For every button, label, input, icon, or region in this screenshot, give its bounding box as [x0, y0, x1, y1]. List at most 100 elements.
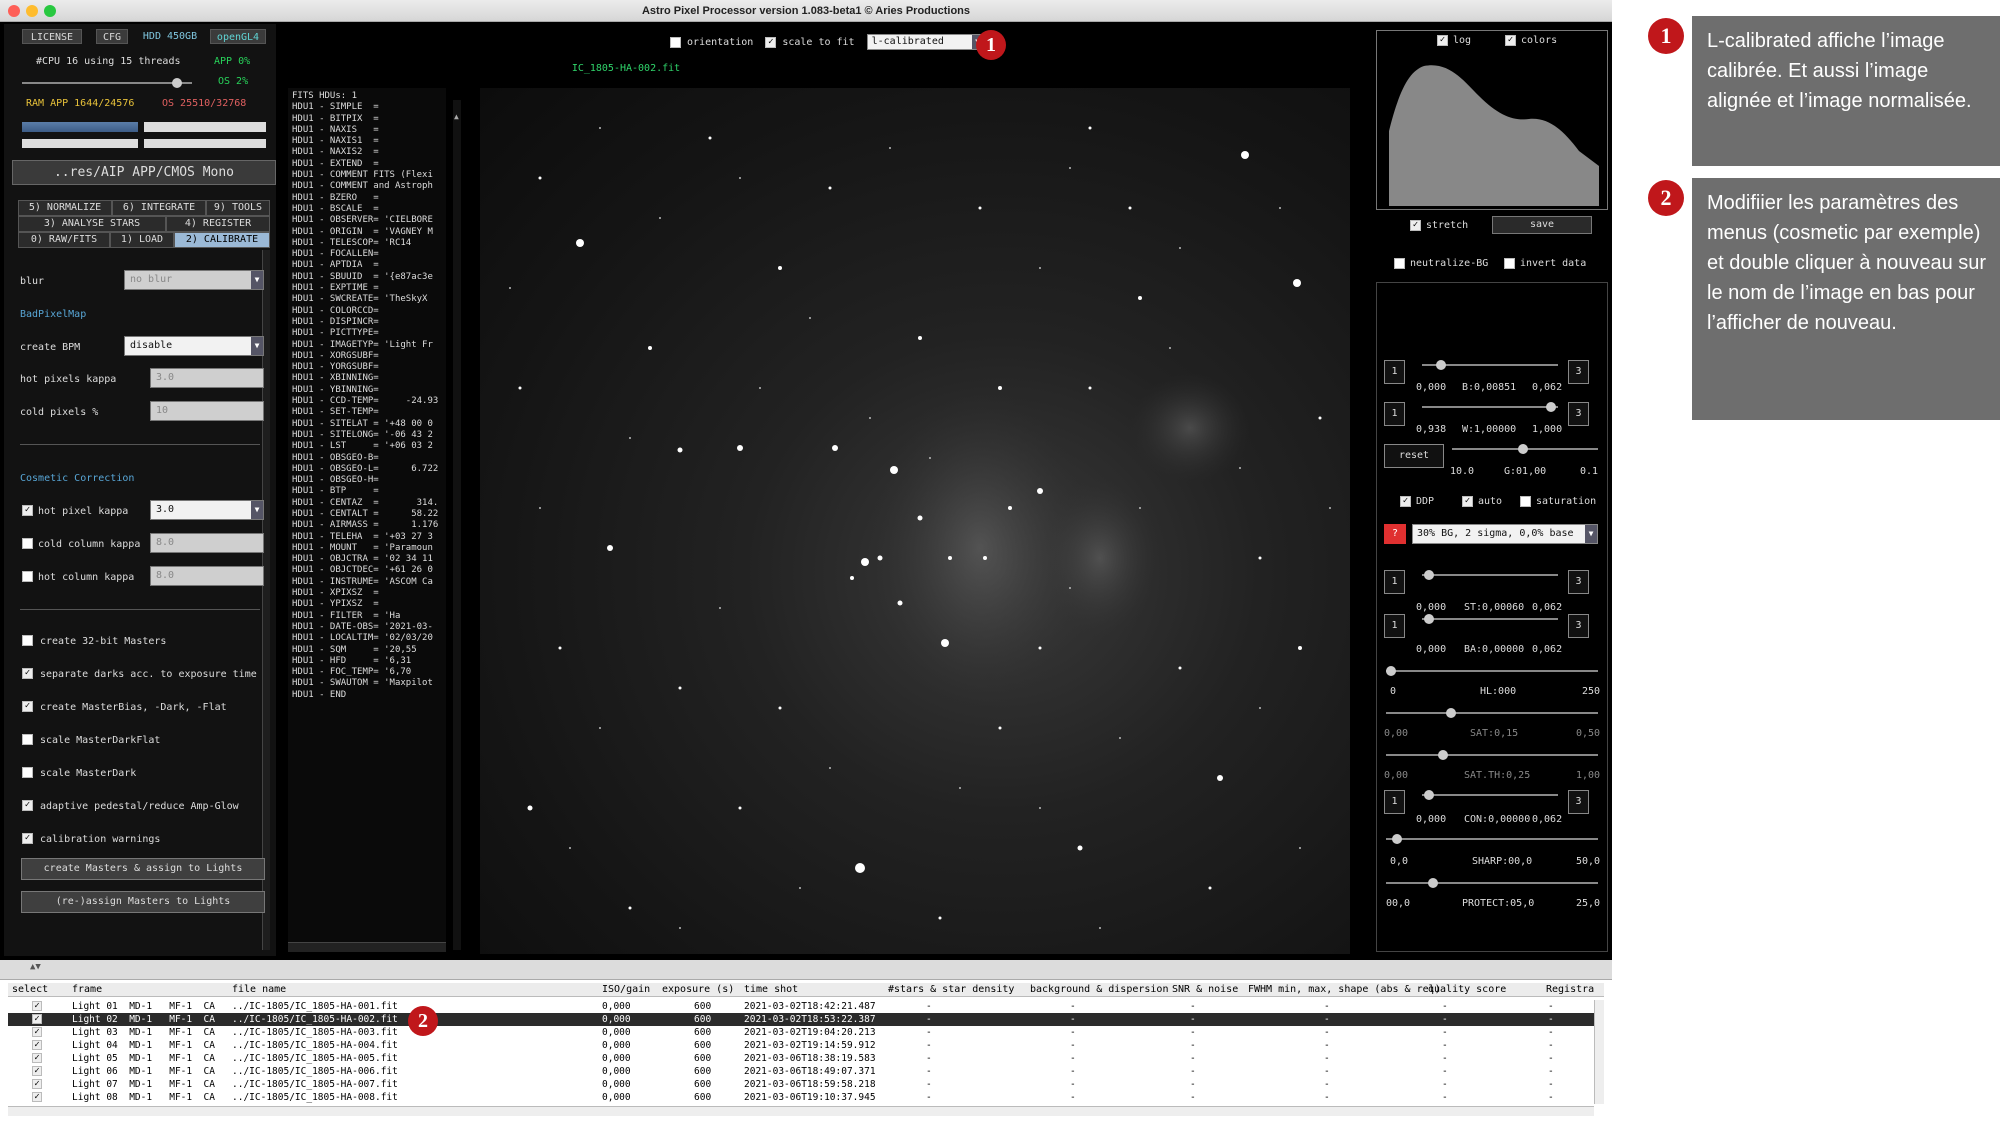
row-select-checkbox[interactable]: ✓: [32, 1092, 42, 1102]
row-select-checkbox[interactable]: ✓: [32, 1066, 42, 1076]
protect-slider-knob[interactable]: [1428, 878, 1438, 888]
hot-column-kappa-checkbox[interactable]: [22, 571, 33, 582]
ddp-checkbox[interactable]: ✓: [1400, 496, 1411, 507]
tab-tools[interactable]: 9) TOOLS: [206, 200, 270, 216]
save-button[interactable]: save: [1492, 216, 1592, 234]
path-button[interactable]: ..res/AIP APP/CMOS Mono: [12, 160, 276, 185]
st-decrease[interactable]: 1: [1384, 570, 1405, 594]
table-row[interactable]: ✓ Light 02 MD-1 MF-1 CA ../IC-1805/IC_1805…: [8, 1013, 1594, 1026]
option-checkbox[interactable]: ✓: [22, 800, 33, 811]
option-checkbox[interactable]: ✓: [22, 701, 33, 712]
b-slider-knob[interactable]: [1436, 360, 1446, 370]
ba-decrease[interactable]: 1: [1384, 614, 1405, 638]
create-masters-button[interactable]: create Masters & assign to Lights: [21, 858, 265, 880]
table-row[interactable]: ✓ Light 05 MD-1 MF-1 CA ../IC-1805/IC_1805…: [8, 1052, 1594, 1065]
col-snr[interactable]: SNR & noise: [1172, 984, 1238, 995]
astro-image[interactable]: [480, 88, 1350, 954]
option-checkbox[interactable]: [22, 767, 33, 778]
option-checkbox[interactable]: [22, 635, 33, 646]
splitter[interactable]: ▲: [453, 100, 461, 950]
close-icon[interactable]: [8, 5, 20, 17]
saturation-checkbox[interactable]: [1520, 496, 1531, 507]
g-slider-knob[interactable]: [1518, 444, 1528, 454]
row-select-checkbox[interactable]: ✓: [32, 1014, 42, 1024]
row-select-checkbox[interactable]: ✓: [32, 1053, 42, 1063]
ba-slider-track[interactable]: [1422, 618, 1558, 620]
colors-checkbox[interactable]: ✓: [1505, 35, 1516, 46]
cold-pixels-input[interactable]: 10: [150, 401, 264, 421]
option-checkbox[interactable]: ✓: [22, 833, 33, 844]
orientation-checkbox[interactable]: [670, 36, 681, 48]
tab-calibrate[interactable]: 2) CALIBRATE: [174, 232, 270, 248]
col-iso-gain[interactable]: ISO/gain: [602, 984, 650, 995]
hot-pixel-kappa-select[interactable]: 3.0 ▼: [150, 500, 264, 520]
auto-checkbox[interactable]: ✓: [1462, 496, 1473, 507]
st-increase[interactable]: 3: [1568, 570, 1589, 594]
row-select-checkbox[interactable]: ✓: [32, 1001, 42, 1011]
satth-slider-track[interactable]: [1386, 754, 1598, 756]
st-slider-track[interactable]: [1422, 574, 1558, 576]
col-frame[interactable]: frame: [72, 984, 102, 995]
col-registration[interactable]: Registra: [1546, 984, 1594, 995]
row-select-checkbox[interactable]: ✓: [32, 1040, 42, 1050]
ba-slider-knob[interactable]: [1424, 614, 1434, 624]
col-select[interactable]: select: [12, 984, 48, 995]
tab-register[interactable]: 4) REGISTER: [166, 216, 270, 232]
zoom-icon[interactable]: [44, 5, 56, 17]
w-slider-knob[interactable]: [1546, 402, 1556, 412]
col-exposure[interactable]: exposure (s): [662, 984, 734, 995]
hl-slider-track[interactable]: [1386, 670, 1598, 672]
con-increase[interactable]: 3: [1568, 790, 1589, 814]
stretch-checkbox[interactable]: ✓: [1410, 220, 1421, 231]
col-file-name[interactable]: file name: [232, 984, 286, 995]
table-row[interactable]: ✓ Light 04 MD-1 MF-1 CA ../IC-1805/IC_1805…: [8, 1039, 1594, 1052]
threads-slider-knob[interactable]: [172, 78, 182, 88]
table-row[interactable]: ✓ Light 01 MD-1 MF-1 CA ../IC-1805/IC_1805…: [8, 1000, 1594, 1013]
sharp-slider-track[interactable]: [1386, 838, 1598, 840]
con-decrease[interactable]: 1: [1384, 790, 1405, 814]
table-row[interactable]: ✓ Light 03 MD-1 MF-1 CA ../IC-1805/IC_1805…: [8, 1026, 1594, 1039]
minimize-icon[interactable]: [26, 5, 38, 17]
reset-button[interactable]: reset: [1384, 444, 1444, 468]
col-stars[interactable]: #stars & star density: [888, 984, 1014, 995]
hot-column-kappa-select[interactable]: 8.0: [150, 566, 264, 586]
w-decrease[interactable]: 1: [1384, 402, 1405, 426]
w-slider-track[interactable]: [1422, 406, 1558, 408]
con-slider-track[interactable]: [1422, 794, 1558, 796]
row-select-checkbox[interactable]: ✓: [32, 1027, 42, 1037]
blur-select[interactable]: no blur ▼: [124, 270, 264, 290]
table-row[interactable]: ✓ Light 07 MD-1 MF-1 CA ../IC-1805/IC_1805…: [8, 1078, 1594, 1091]
hot-pixels-kappa-input[interactable]: 3.0: [150, 368, 264, 388]
neutralize-checkbox[interactable]: [1394, 258, 1405, 269]
scale-to-fit-checkbox[interactable]: ✓: [765, 36, 777, 48]
satth-slider-knob[interactable]: [1438, 750, 1448, 760]
hl-slider-knob[interactable]: [1386, 666, 1396, 676]
panel-divider[interactable]: ▲▼: [0, 960, 1612, 980]
license-button[interactable]: LICENSE: [22, 29, 82, 44]
protect-slider-track[interactable]: [1386, 882, 1598, 884]
b-decrease[interactable]: 1: [1384, 360, 1405, 384]
tab-raw-fits[interactable]: 0) RAW/FITS: [18, 232, 110, 248]
con-slider-knob[interactable]: [1424, 790, 1434, 800]
option-checkbox[interactable]: ✓: [22, 668, 33, 679]
table-vscrollbar[interactable]: [1594, 1000, 1604, 1104]
tab-load[interactable]: 1) LOAD: [110, 232, 174, 248]
tab-analyse-stars[interactable]: 3) ANALYSE STARS: [18, 216, 166, 232]
cold-column-kappa-checkbox[interactable]: [22, 538, 33, 549]
threads-slider-track[interactable]: [22, 82, 192, 84]
cfg-button[interactable]: CFG: [96, 29, 128, 44]
hot-pixel-kappa-checkbox[interactable]: ✓: [22, 505, 33, 516]
reassign-masters-button[interactable]: (re-)assign Masters to Lights: [21, 891, 265, 913]
col-background[interactable]: background & dispersion: [1030, 984, 1168, 995]
create-bpm-select[interactable]: disable ▼: [124, 336, 264, 356]
table-row[interactable]: ✓ Light 08 MD-1 MF-1 CA ../IC-1805/IC_1805…: [8, 1091, 1594, 1104]
table-row[interactable]: ✓ Light 06 MD-1 MF-1 CA ../IC-1805/IC_1805…: [8, 1065, 1594, 1078]
view-mode-select[interactable]: l-calibrated▼: [866, 34, 985, 50]
table-hscrollbar[interactable]: [8, 1106, 1594, 1116]
tab-integrate[interactable]: 6) INTEGRATE: [112, 200, 206, 216]
b-increase[interactable]: 3: [1568, 360, 1589, 384]
col-time-shot[interactable]: time shot: [744, 984, 798, 995]
image-viewer[interactable]: [468, 86, 1368, 956]
col-quality[interactable]: quality score: [1428, 984, 1506, 995]
sat-slider-track[interactable]: [1386, 712, 1598, 714]
